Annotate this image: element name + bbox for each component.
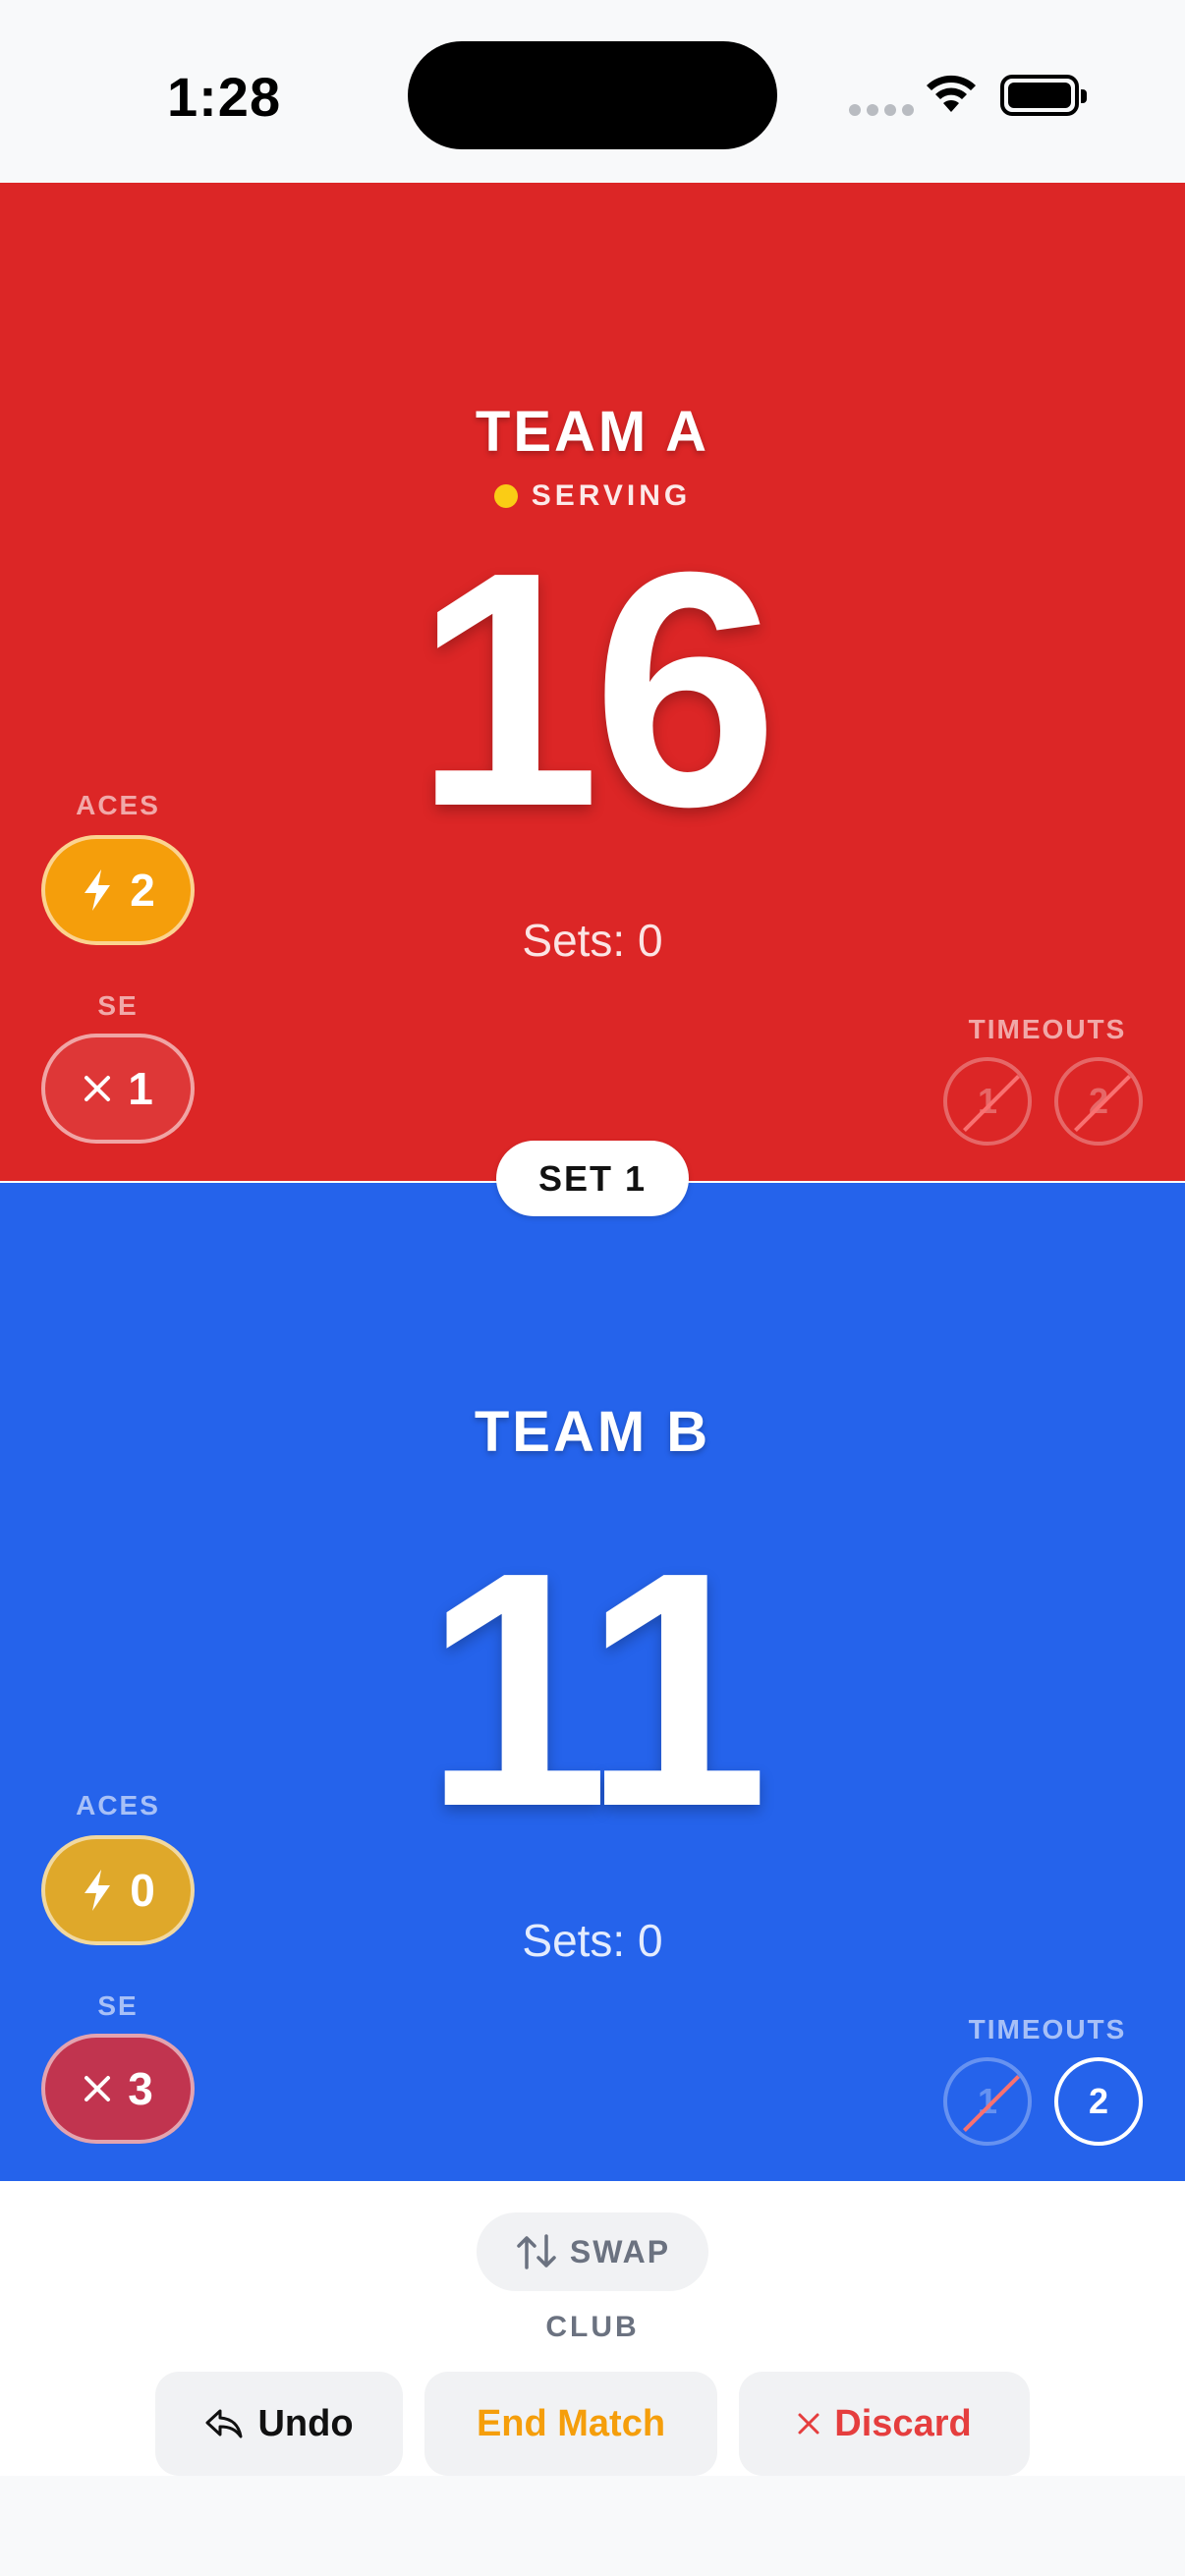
team-b-aces-label: ACES — [76, 1790, 160, 1820]
lightning-icon — [85, 869, 111, 911]
team-a-aces-label: ACES — [76, 790, 160, 820]
status-time: 1:28 — [167, 66, 282, 128]
team-a-se-label: SE — [97, 990, 139, 1021]
timeout-circle: 1 — [943, 2057, 1032, 2146]
battery-icon — [1000, 75, 1087, 116]
team-b-se-label: SE — [97, 1990, 139, 2021]
undo-icon — [205, 2409, 243, 2438]
discard-label: Discard — [834, 2402, 972, 2444]
team-b-aces-button[interactable]: 0 — [41, 1835, 195, 1945]
team-b-timeouts-label: TIMEOUTS — [968, 2014, 1127, 2044]
team-a-timeouts-label: TIMEOUTS — [968, 1014, 1127, 1044]
status-bar: 1:28 — [0, 0, 1185, 183]
swap-button[interactable]: SWAP — [477, 2212, 708, 2291]
swap-arrows-icon — [517, 2234, 556, 2269]
end-match-button[interactable]: End Match — [424, 2372, 717, 2476]
lightning-icon — [85, 1870, 111, 1911]
undo-button[interactable]: Undo — [155, 2372, 403, 2476]
team-b-name: TEAM B — [474, 1400, 711, 1464]
team-b-aces-count: 0 — [130, 1865, 155, 1916]
discard-button[interactable]: Discard — [739, 2372, 1030, 2476]
team-b-se-count: 3 — [128, 2063, 153, 2114]
team-b-se-button[interactable]: 3 — [41, 2034, 195, 2144]
bottom-controls: SWAP CLUB Undo End Match Discard — [0, 2181, 1185, 2476]
team-a-se-button[interactable]: 1 — [41, 1034, 195, 1144]
team-a-aces-count: 2 — [130, 865, 155, 916]
team-a-panel[interactable]: TEAM A SERVING 16 Sets: 0 ACES 2 SE 1 TI… — [0, 183, 1185, 1181]
close-icon — [85, 2076, 111, 2101]
team-b-panel[interactable]: TEAM B 11 Sets: 0 ACES 0 SE 3 TIMEOUTS 1… — [0, 1183, 1185, 2181]
team-a-se-count: 1 — [128, 1063, 153, 1114]
end-match-label: End Match — [476, 2402, 666, 2444]
close-icon — [85, 1076, 111, 1101]
club-label: CLUB — [545, 2311, 640, 2343]
undo-label: Undo — [257, 2402, 354, 2444]
set-badge: SET 1 — [496, 1141, 689, 1216]
timeout-circle: 2 — [1054, 1057, 1143, 1146]
team-b-timeout-1[interactable]: 1 — [943, 2057, 1032, 2146]
team-a-name: TEAM A — [475, 400, 710, 464]
wifi-icon — [927, 75, 976, 112]
cellular-signal-icon — [849, 104, 914, 116]
team-b-timeout-2[interactable]: 2 — [1054, 2057, 1143, 2146]
timeout-circle: 1 — [943, 1057, 1032, 1146]
dynamic-island — [408, 41, 777, 149]
team-a-timeout-1[interactable]: 1 — [943, 1057, 1032, 1146]
timeout-circle: 2 — [1054, 2057, 1143, 2146]
team-a-aces-button[interactable]: 2 — [41, 835, 195, 945]
swap-label: SWAP — [569, 2233, 671, 2269]
team-a-timeout-2[interactable]: 2 — [1054, 1057, 1143, 1146]
close-icon — [798, 2413, 819, 2435]
